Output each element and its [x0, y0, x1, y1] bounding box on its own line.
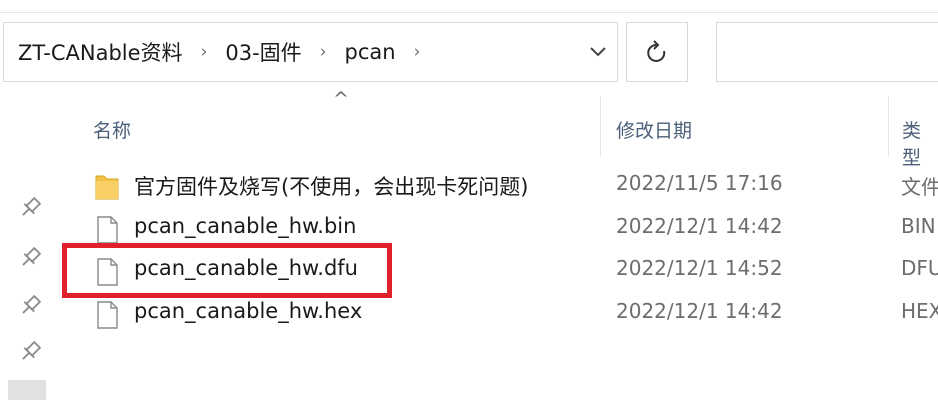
file-row[interactable]: pcan_canable_hw.hex 2022/12/1 14:42 HEX	[0, 294, 938, 334]
file-icon	[97, 216, 118, 244]
file-type: DFU	[901, 256, 938, 280]
file-date: 2022/12/1 14:52	[616, 256, 783, 280]
file-icon	[97, 301, 118, 329]
breadcrumb-item[interactable]: ZT-CANable资料	[4, 37, 189, 67]
column-header-date[interactable]: 修改日期	[616, 116, 692, 143]
file-name[interactable]: pcan_canable_hw.hex	[134, 299, 362, 323]
file-type: 文件	[901, 175, 938, 199]
column-header-type[interactable]: 类型	[902, 116, 938, 170]
search-input[interactable]	[716, 22, 938, 82]
column-header-row: ^ 名称 修改日期 类型	[0, 88, 938, 169]
column-divider[interactable]	[888, 96, 889, 156]
file-type: BIN	[901, 214, 936, 238]
refresh-button[interactable]	[626, 22, 688, 82]
address-bar[interactable]: ZT-CANable资料 › 03-固件 › pcan ›	[3, 22, 618, 82]
chevron-down-icon	[590, 47, 606, 57]
history-dropdown-button[interactable]	[583, 37, 613, 67]
breadcrumb-item[interactable]: 03-固件	[219, 37, 307, 67]
file-name[interactable]: 官方固件及烧写(不使用，会出现卡死问题)	[134, 171, 528, 201]
file-type: HEX	[901, 299, 938, 323]
column-divider[interactable]	[600, 96, 601, 156]
file-date: 2022/11/5 17:16	[616, 171, 783, 195]
file-date: 2022/12/1 14:42	[616, 214, 783, 238]
highlight-annotation-box	[62, 243, 392, 298]
sort-ascending-icon: ^	[333, 88, 349, 110]
nav-pane-item[interactable]	[8, 380, 46, 400]
chevron-right-icon[interactable]: ›	[402, 42, 433, 62]
refresh-icon	[647, 40, 666, 62]
file-name[interactable]: pcan_canable_hw.bin	[134, 214, 356, 238]
file-date: 2022/12/1 14:42	[616, 299, 783, 323]
column-header-name[interactable]: 名称	[93, 116, 131, 143]
chevron-right-icon[interactable]: ›	[189, 42, 220, 62]
folder-icon	[95, 175, 119, 200]
breadcrumb-item[interactable]: pcan	[339, 40, 402, 64]
window-top-edge	[0, 0, 938, 13]
chevron-right-icon[interactable]: ›	[308, 42, 339, 62]
file-row[interactable]: 官方固件及烧写(不使用，会出现卡死问题) 2022/11/5 17:16 文件	[0, 166, 938, 206]
pin-icon[interactable]	[16, 338, 44, 366]
